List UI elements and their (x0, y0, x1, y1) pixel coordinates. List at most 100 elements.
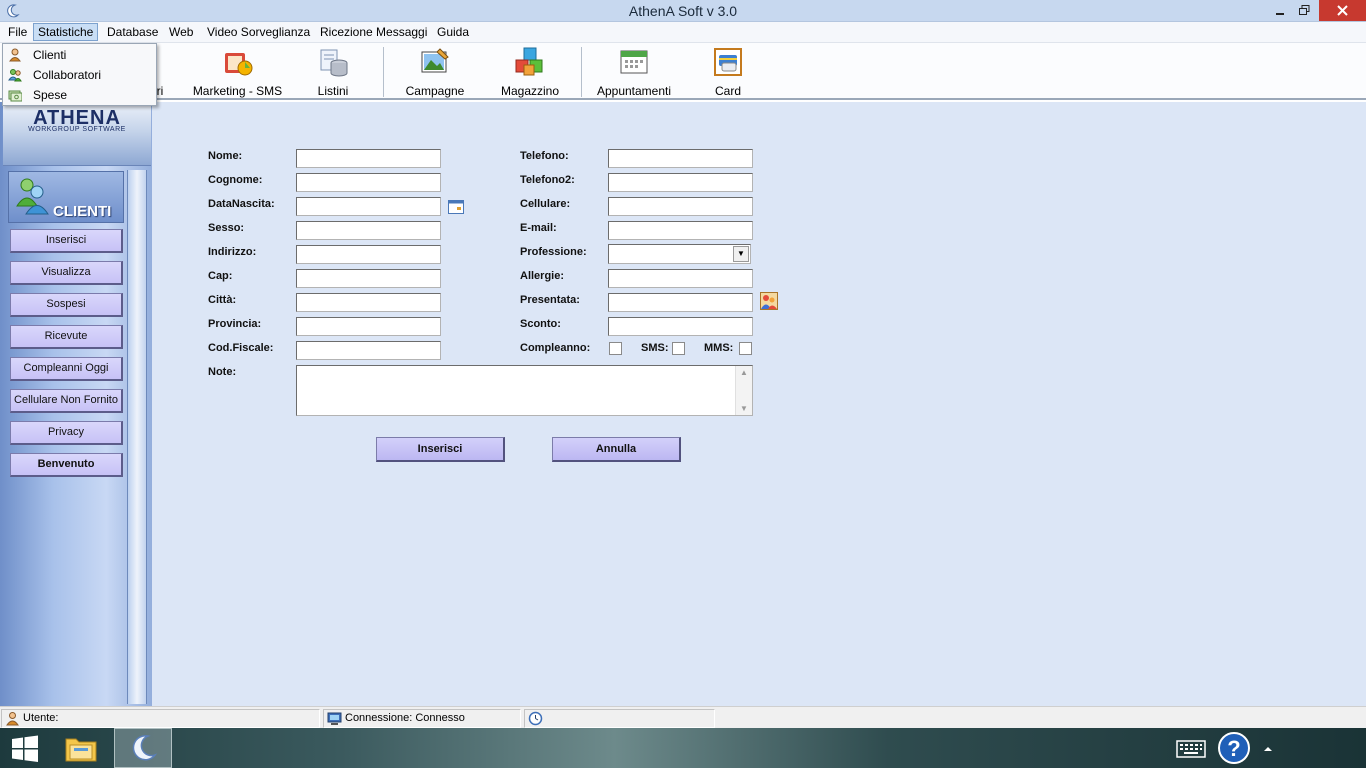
allergie-input[interactable] (608, 269, 753, 288)
menu-web[interactable]: Web (165, 24, 197, 42)
sms-label: SMS: (641, 342, 669, 354)
dropdown-item-collaboratori-label: Collaboratori (33, 68, 102, 82)
sidebar-privacy-button[interactable]: Privacy (10, 421, 123, 445)
dropdown-item-spese[interactable]: Spese (3, 85, 156, 105)
keyboard-icon (1176, 740, 1206, 758)
help-icon: ? (1218, 732, 1250, 764)
taskbar-tray-expand[interactable] (1258, 728, 1278, 768)
toolbar-marketing-sms[interactable]: Marketing - SMS (190, 45, 285, 99)
cellulare-label: Cellulare: (520, 198, 571, 210)
sidebar-benvenuto-button[interactable]: Benvenuto (10, 453, 123, 477)
presentata-label: Presentata: (520, 294, 580, 306)
nome-label: Nome: (208, 150, 243, 162)
calendar-picker-icon[interactable] (448, 200, 464, 214)
compleanno-checkbox[interactable] (609, 342, 622, 355)
sidebar-sospesi-button[interactable]: Sospesi (10, 293, 123, 317)
close-button[interactable] (1319, 0, 1366, 21)
taskbar-help[interactable]: ? (1214, 728, 1254, 768)
toolbar-card-label: Card (714, 84, 741, 98)
toolbar-appuntamenti[interactable]: Appuntamenti (592, 45, 676, 99)
telefono2-label: Telefono2: (520, 174, 575, 186)
email-input[interactable] (608, 221, 753, 240)
professione-select[interactable]: ▼ (608, 244, 751, 264)
sidebar-compleanni-oggi-button[interactable]: Compleanni Oggi (10, 357, 123, 381)
note-scrollbar[interactable]: ▲ ▼ (735, 366, 752, 415)
cognome-input[interactable] (296, 173, 441, 192)
sidebar-inserisci-button[interactable]: Inserisci (10, 229, 123, 253)
taskbar-keyboard[interactable] (1172, 728, 1208, 768)
toolbar: atori Marketing - SMS Listini Campagne (0, 43, 1366, 100)
sesso-input[interactable] (296, 221, 441, 240)
status-connessione: Connessione: Connesso (323, 709, 521, 728)
mms-checkbox[interactable] (739, 342, 752, 355)
provincia-label: Provincia: (208, 318, 262, 330)
toolbar-campagne[interactable]: Campagne (400, 45, 470, 99)
sidebar-ricevute-button[interactable]: Ricevute (10, 325, 123, 349)
sidebar: ATHENA WORKGROUP SOFTWARE CLIENTI Inseri… (0, 102, 152, 706)
status-utente: Utente: (1, 709, 320, 728)
allergie-label: Allergie: (520, 270, 565, 282)
status-utente-text: Utente: (23, 712, 59, 724)
codfiscale-input[interactable] (296, 341, 441, 360)
indirizzo-label: Indirizzo: (208, 246, 257, 258)
dropdown-item-collaboratori[interactable]: Collaboratori (3, 65, 156, 85)
restore-button[interactable] (1291, 0, 1318, 21)
taskbar-file-explorer[interactable] (58, 728, 104, 768)
menu-guida[interactable]: Guida (433, 24, 473, 42)
toolbar-magazzino[interactable]: Magazzino (497, 45, 563, 99)
note-textarea[interactable] (297, 366, 735, 415)
status-clock (524, 709, 715, 728)
menu-file[interactable]: File (4, 24, 31, 42)
citta-label: Città: (208, 294, 237, 306)
menu-video-sorveglianza[interactable]: Video Sorveglianza (203, 24, 314, 42)
select-person-icon[interactable] (760, 292, 778, 310)
datanascita-input[interactable] (296, 197, 441, 216)
scroll-up-icon[interactable]: ▲ (736, 368, 752, 377)
datanascita-label: DataNascita: (208, 198, 275, 210)
window-title: AthenA Soft v 3.0 (628, 3, 738, 19)
calendar-icon (620, 50, 648, 74)
start-button[interactable] (0, 728, 48, 768)
inserisci-button[interactable]: Inserisci (376, 437, 505, 462)
note-label: Note: (208, 366, 237, 378)
minimize-button[interactable] (1266, 0, 1293, 21)
logo-tagline: WORKGROUP SOFTWARE (28, 126, 126, 133)
telefono-input[interactable] (608, 149, 753, 168)
menu-statistiche[interactable]: Statistiche (33, 23, 99, 41)
sidebar-cellulare-non-fornito-button[interactable]: Cellulare Non Fornito (10, 389, 123, 413)
provincia-input[interactable] (296, 317, 441, 336)
statistiche-dropdown-menu: Clienti Collaboratori Spese (2, 43, 157, 106)
menu-ricezione-messaggi[interactable]: Ricezione Messaggi (316, 24, 431, 42)
folder-icon (65, 738, 97, 762)
telefono2-input[interactable] (608, 173, 753, 192)
sidebar-visualizza-button[interactable]: Visualizza (10, 261, 123, 285)
cellulare-input[interactable] (608, 197, 753, 216)
sidebar-scroll-strip[interactable] (127, 170, 147, 704)
scroll-down-icon[interactable]: ▼ (736, 404, 752, 413)
toolbar-separator (383, 47, 384, 97)
user-icon (6, 712, 19, 726)
dropdown-item-clienti[interactable]: Clienti (3, 45, 156, 65)
taskbar-athena-app[interactable] (114, 728, 172, 768)
annulla-button[interactable]: Annulla (552, 437, 681, 462)
database-icon (320, 49, 348, 77)
sms-checkbox[interactable] (672, 342, 685, 355)
presentata-input[interactable] (608, 293, 753, 312)
windows-taskbar: ? (0, 728, 1366, 768)
citta-input[interactable] (296, 293, 441, 312)
menu-database[interactable]: Database (103, 24, 162, 42)
minimize-icon (1275, 13, 1284, 15)
mms-label: MMS: (704, 342, 734, 354)
menu-bar: File Statistiche Database Web Video Sorv… (0, 22, 1366, 43)
chevron-down-icon[interactable]: ▼ (733, 246, 749, 262)
card-icon (714, 48, 742, 76)
cap-input[interactable] (296, 269, 441, 288)
sconto-label: Sconto: (520, 318, 561, 330)
indirizzo-input[interactable] (296, 245, 441, 264)
nome-input[interactable] (296, 149, 441, 168)
toolbar-listini-label: Listini (317, 84, 349, 98)
sconto-input[interactable] (608, 317, 753, 336)
client-form: Nome: Cognome: DataNascita: Sesso: Indir… (152, 102, 1366, 706)
toolbar-listini[interactable]: Listini (307, 45, 359, 99)
toolbar-card[interactable]: Card (705, 45, 751, 99)
